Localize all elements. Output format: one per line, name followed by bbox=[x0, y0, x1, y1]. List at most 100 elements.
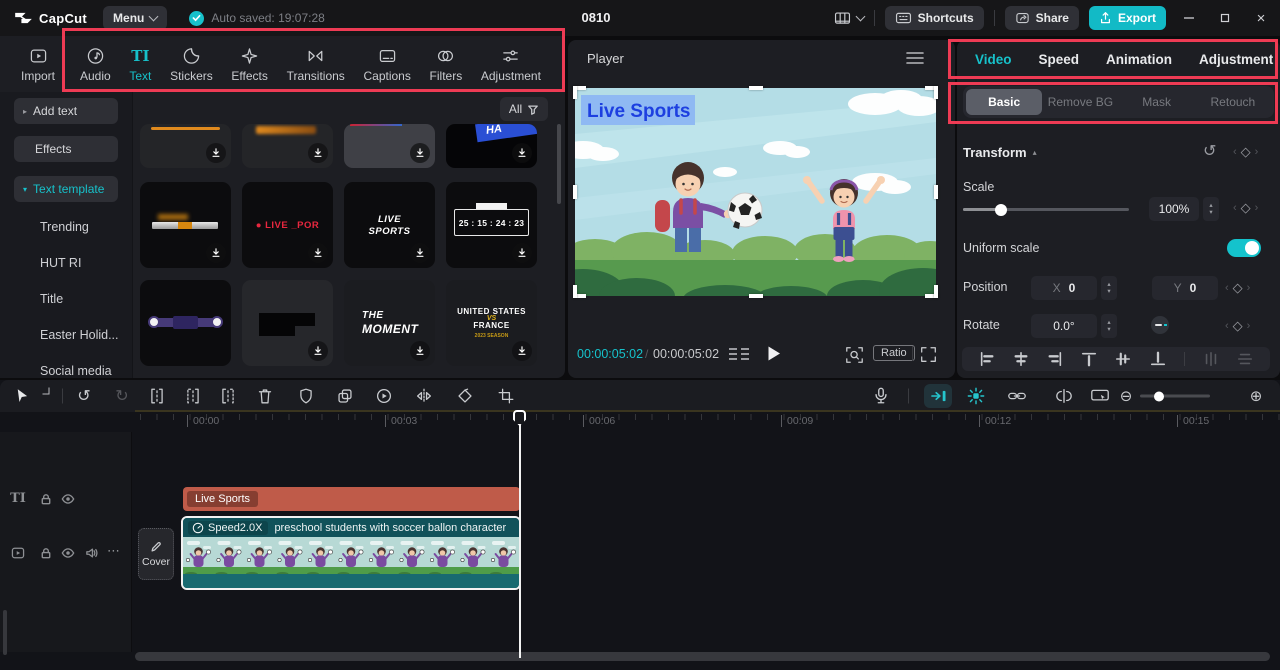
reset-icon[interactable]: ↺ bbox=[1203, 141, 1216, 161]
category-title[interactable]: Title bbox=[40, 292, 63, 306]
category-hut-ri[interactable]: HUT RI bbox=[40, 256, 81, 270]
link-icon[interactable] bbox=[1008, 390, 1027, 403]
playhead-line[interactable] bbox=[519, 410, 521, 658]
player-menu-icon[interactable] bbox=[906, 51, 924, 65]
align-top-icon[interactable] bbox=[1081, 351, 1097, 367]
eye-icon[interactable] bbox=[61, 548, 75, 559]
nav-captions[interactable]: Captions bbox=[363, 46, 410, 83]
video-clip[interactable]: Speed2.0X preschool students with soccer… bbox=[181, 516, 521, 590]
scale-value[interactable]: 100% bbox=[1149, 197, 1199, 221]
align-center-horizontal-icon[interactable] bbox=[1013, 351, 1029, 367]
nav-text[interactable]: TI Text bbox=[129, 46, 151, 83]
play-button[interactable] bbox=[767, 345, 781, 362]
more-options-icon[interactable]: ⋯ bbox=[107, 543, 121, 559]
undo-icon[interactable]: ↺ bbox=[77, 386, 90, 406]
template-tile[interactable] bbox=[242, 280, 333, 366]
subtab-mask[interactable]: Mask bbox=[1119, 89, 1195, 115]
sidebar-text-template[interactable]: ▾Text template bbox=[14, 176, 118, 202]
cover-button[interactable]: Cover bbox=[138, 528, 174, 580]
auto-ripple-button[interactable] bbox=[924, 384, 952, 408]
download-icon[interactable] bbox=[308, 143, 328, 163]
selection-handle[interactable] bbox=[934, 285, 938, 298]
shortcuts-button[interactable]: Shortcuts bbox=[885, 6, 984, 30]
menu-button[interactable]: Menu bbox=[103, 6, 167, 30]
download-icon[interactable] bbox=[308, 341, 328, 361]
scale-keyframe[interactable]: ‹◇› bbox=[1233, 200, 1258, 216]
selection-handle[interactable] bbox=[573, 185, 577, 199]
position-x-stepper[interactable]: ▴▾ bbox=[1101, 276, 1117, 300]
speed-icon[interactable] bbox=[376, 388, 393, 405]
rotate-icon[interactable] bbox=[457, 388, 474, 405]
eye-icon[interactable] bbox=[61, 494, 75, 505]
fullscreen-icon[interactable] bbox=[920, 346, 937, 363]
selection-handle[interactable] bbox=[573, 86, 577, 99]
position-x-field[interactable]: X 0 bbox=[1031, 276, 1097, 300]
template-scrollbar[interactable] bbox=[557, 124, 561, 204]
download-icon[interactable] bbox=[206, 243, 226, 263]
align-left-icon[interactable] bbox=[979, 351, 995, 367]
align-middle-icon[interactable] bbox=[1115, 351, 1131, 367]
position-keyframe[interactable]: ‹◇› bbox=[1225, 280, 1250, 296]
align-bottom-icon[interactable] bbox=[1150, 351, 1166, 367]
template-tile[interactable] bbox=[140, 280, 231, 366]
filter-all-button[interactable]: All bbox=[500, 97, 548, 121]
audio-mute-icon[interactable] bbox=[86, 547, 99, 559]
timeline-ruler[interactable]: 00:00 00:03 00:06 00:09 00:12 00:15 bbox=[0, 412, 1280, 432]
timeline-vertical-scrollbar[interactable] bbox=[3, 610, 7, 655]
template-tile[interactable] bbox=[140, 182, 231, 268]
download-icon[interactable] bbox=[410, 143, 430, 163]
rotate-dial[interactable] bbox=[1151, 316, 1169, 334]
template-tile[interactable]: ● LIVE _POR bbox=[242, 182, 333, 268]
export-button[interactable]: Export bbox=[1089, 6, 1166, 30]
category-social-media[interactable]: Social media bbox=[40, 364, 112, 378]
collapse-icon[interactable]: ▴ bbox=[1033, 148, 1037, 157]
zoom-slider-thumb[interactable] bbox=[1154, 391, 1164, 401]
uniform-scale-toggle[interactable] bbox=[1227, 239, 1261, 257]
minimize-button[interactable] bbox=[1176, 0, 1202, 36]
align-right-icon[interactable] bbox=[1047, 351, 1063, 367]
delete-left-icon[interactable] bbox=[185, 388, 201, 405]
subtab-remove-bg[interactable]: Remove BG bbox=[1042, 89, 1118, 115]
template-tile[interactable]: UNITED STATES VS FRANCE 2023 SEASON bbox=[446, 280, 537, 366]
lock-icon[interactable] bbox=[40, 493, 53, 506]
frame-view-icon[interactable] bbox=[728, 347, 750, 362]
sidebar-add-text[interactable]: ▸Add text bbox=[14, 98, 118, 124]
template-tile[interactable] bbox=[140, 124, 231, 168]
scale-slider[interactable] bbox=[963, 208, 1129, 211]
snapping-button[interactable] bbox=[962, 384, 990, 408]
download-icon[interactable] bbox=[512, 143, 532, 163]
overlay-icon[interactable] bbox=[337, 388, 354, 405]
split-icon[interactable] bbox=[149, 388, 165, 405]
download-icon[interactable] bbox=[410, 243, 430, 263]
selection-handle[interactable] bbox=[749, 294, 763, 298]
template-tile[interactable] bbox=[344, 124, 435, 168]
sidebar-effects[interactable]: Effects bbox=[14, 136, 118, 162]
template-tile[interactable] bbox=[242, 124, 333, 168]
frame-focus-icon[interactable] bbox=[845, 346, 864, 364]
download-icon[interactable] bbox=[410, 341, 430, 361]
nav-audio[interactable]: Audio bbox=[80, 46, 111, 83]
nav-effects[interactable]: Effects bbox=[231, 46, 267, 83]
preview-canvas[interactable]: Live Sports bbox=[575, 88, 936, 296]
rotate-value-field[interactable]: 0.0° bbox=[1031, 314, 1097, 338]
mirror-icon[interactable] bbox=[416, 388, 433, 405]
delete-right-icon[interactable] bbox=[220, 388, 236, 405]
unlink-icon[interactable] bbox=[1055, 389, 1073, 404]
category-trending[interactable]: Trending bbox=[40, 220, 89, 234]
nav-stickers[interactable]: Stickers bbox=[170, 46, 213, 83]
subtab-basic[interactable]: Basic bbox=[966, 89, 1042, 115]
selection-handle[interactable] bbox=[934, 185, 938, 199]
lock-icon[interactable] bbox=[40, 547, 53, 560]
tab-speed[interactable]: Speed bbox=[1039, 52, 1080, 67]
tab-video[interactable]: Video bbox=[975, 52, 1012, 67]
download-icon[interactable] bbox=[206, 143, 226, 163]
preview-axis-icon[interactable] bbox=[1091, 389, 1110, 404]
selection-handle[interactable] bbox=[934, 86, 938, 99]
delete-icon[interactable] bbox=[257, 388, 273, 405]
transform-keyframe[interactable]: ‹◇› bbox=[1233, 144, 1258, 160]
close-button[interactable]: × bbox=[1248, 0, 1274, 36]
share-button[interactable]: Share bbox=[1005, 6, 1079, 30]
template-tile[interactable]: HA bbox=[446, 124, 537, 168]
position-y-field[interactable]: Y 0 bbox=[1152, 276, 1218, 300]
ratio-button[interactable]: Ratio bbox=[873, 345, 915, 361]
